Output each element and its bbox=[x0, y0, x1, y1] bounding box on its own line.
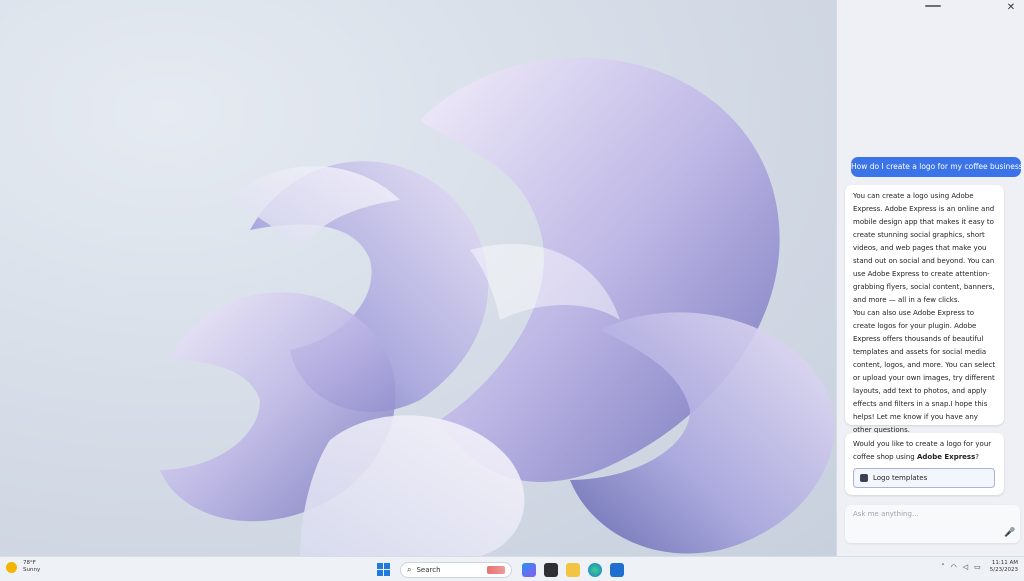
ask-input-placeholder: Ask me anything... bbox=[853, 510, 919, 518]
sun-icon bbox=[6, 561, 17, 573]
suggestion-label: Logo templates bbox=[873, 474, 928, 482]
start-button[interactable] bbox=[376, 563, 390, 577]
ask-input[interactable]: Ask me anything... 🎤 bbox=[845, 505, 1020, 543]
store-icon[interactable] bbox=[610, 562, 624, 577]
system-tray: ˄ ◠ ◁ ▭ 11:11 AM 5/23/2023 bbox=[938, 560, 1018, 574]
chevron-up-icon[interactable]: ˄ bbox=[941, 563, 945, 571]
file-explorer-icon[interactable] bbox=[566, 562, 580, 577]
clock[interactable]: 11:11 AM 5/23/2023 bbox=[990, 560, 1018, 574]
clock-time: 11:11 AM bbox=[991, 560, 1018, 566]
taskbar-search[interactable]: ⌕ Search bbox=[400, 561, 512, 578]
copilot-icon[interactable] bbox=[522, 562, 536, 577]
response-paragraph-1: You can create a logo using Adobe Expres… bbox=[853, 192, 995, 304]
windows-logo-icon bbox=[376, 563, 390, 576]
task-view-icon[interactable] bbox=[544, 562, 558, 577]
microphone-icon[interactable]: 🎤 bbox=[1004, 528, 1015, 538]
weather-widget[interactable]: 78°F Sunny bbox=[6, 560, 40, 574]
weather-temperature: 78°F bbox=[23, 560, 36, 566]
template-icon bbox=[860, 474, 868, 482]
edge-icon[interactable] bbox=[588, 562, 602, 577]
battery-icon[interactable]: ▭ bbox=[974, 563, 981, 571]
desktop-wallpaper bbox=[0, 0, 836, 556]
search-icon: ⌕ bbox=[407, 564, 412, 574]
assistant-response-card: You can create a logo using Adobe Expres… bbox=[845, 185, 1004, 434]
user-message-bubble: How do I create a logo for my coffee bus… bbox=[851, 157, 1024, 177]
logo-templates-button[interactable]: Logo templates bbox=[853, 468, 995, 488]
bloom-graphic bbox=[160, 57, 835, 556]
weather-condition: Sunny bbox=[23, 567, 41, 573]
drag-handle[interactable] bbox=[925, 5, 941, 7]
search-placeholder: Search bbox=[416, 565, 441, 574]
copilot-panel: ✕ How do I create a logo for my coffee b… bbox=[836, 0, 1024, 556]
volume-icon[interactable]: ◁ bbox=[963, 563, 968, 571]
taskbar-apps: ⌕ Search bbox=[372, 560, 628, 579]
wifi-icon[interactable]: ◠ bbox=[951, 563, 957, 571]
close-button[interactable]: ✕ bbox=[1004, 2, 1018, 14]
followup-question: Would you like to create a logo for your… bbox=[853, 440, 992, 461]
followup-card: Would you like to create a logo for your… bbox=[845, 433, 1004, 495]
search-highlight-icon bbox=[487, 565, 505, 574]
taskbar: 78°F Sunny ⌕ Search ˄ ◠ ◁ ▭ 11:11 AM 5/2… bbox=[0, 556, 1024, 581]
clock-date: 5/23/2023 bbox=[989, 567, 1018, 573]
response-paragraph-2: You can also use Adobe Express to create… bbox=[853, 309, 996, 434]
